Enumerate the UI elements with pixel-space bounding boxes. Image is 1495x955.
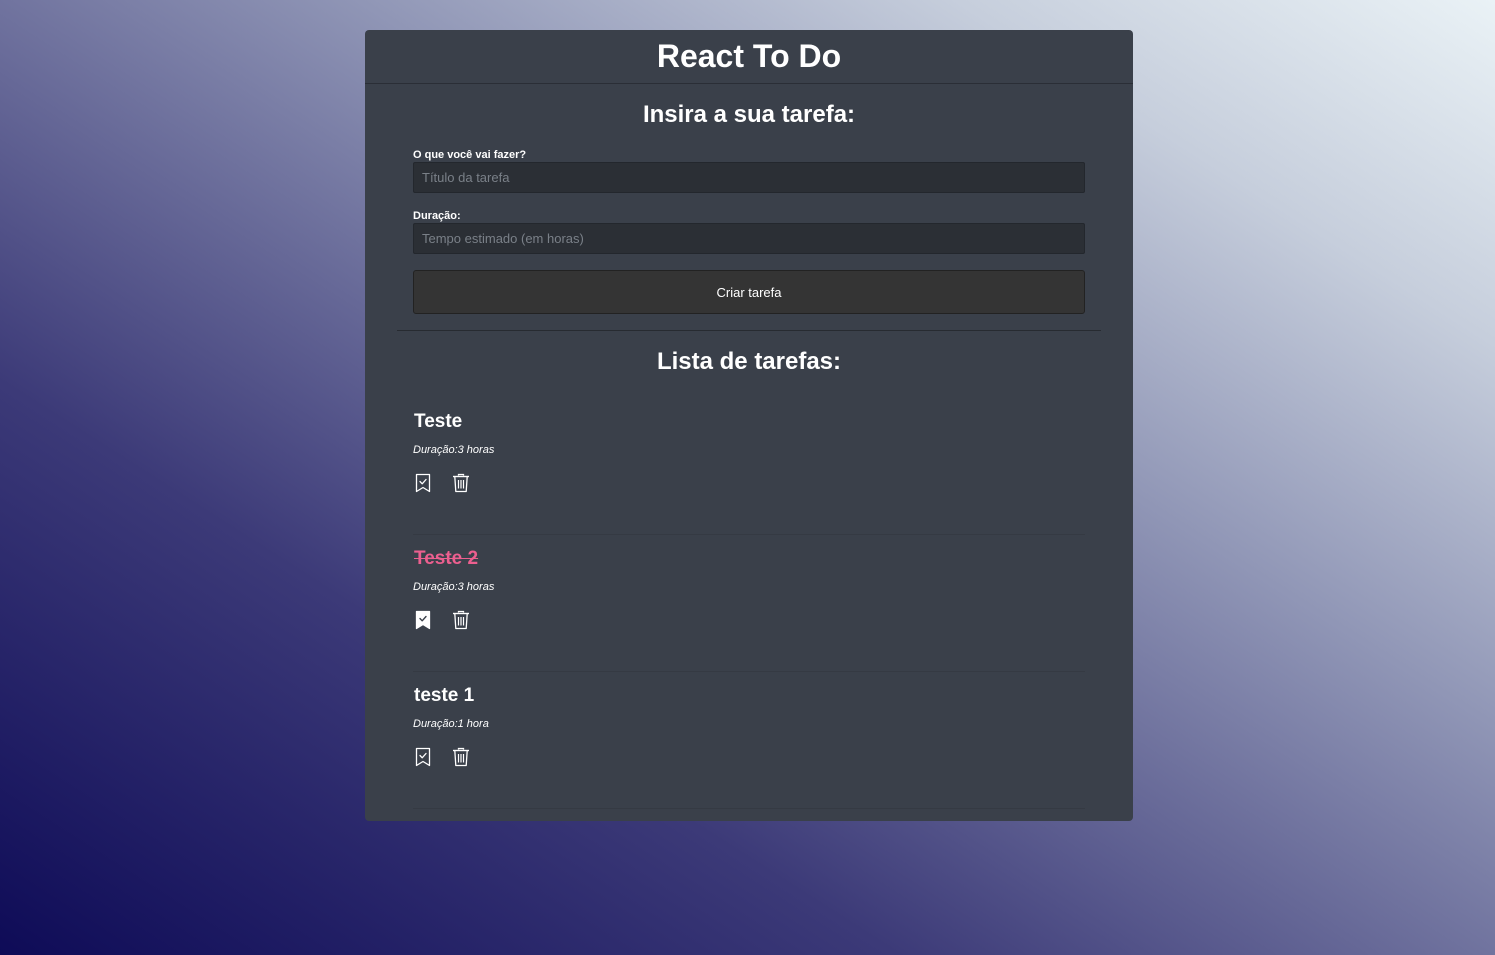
task-title-label: O que você vai fazer? <box>413 149 527 161</box>
duration-input[interactable] <box>413 223 1085 254</box>
task-actions <box>413 608 471 632</box>
trash-icon[interactable] <box>451 608 471 632</box>
task-title-field: O que você vai fazer? <box>413 148 1085 193</box>
task-name: Teste 2 <box>414 548 479 569</box>
task-duration: Duração:3 horas <box>413 581 495 593</box>
task-list: Teste Duração:3 horas Teste 2 Duração:3 … <box>413 399 1085 809</box>
task-name: teste 1 <box>414 685 475 706</box>
form-title: Insira a sua tarefa: <box>642 101 856 128</box>
bookmark-check-icon[interactable] <box>413 471 433 495</box>
task-form: Insira a sua tarefa: O que você vai faze… <box>365 84 1133 314</box>
task-title-input[interactable] <box>413 162 1085 193</box>
task-actions <box>413 745 471 769</box>
list-title: Lista de tarefas: <box>656 348 842 375</box>
task-item: teste 1 Duração:1 hora <box>413 673 1085 809</box>
task-actions <box>413 471 471 495</box>
task-list-section: Lista de tarefas: Teste Duração:3 horas <box>365 331 1133 809</box>
create-task-button[interactable]: Criar tarefa <box>413 270 1085 314</box>
trash-icon[interactable] <box>451 745 471 769</box>
todo-app-card: React To Do Insira a sua tarefa: O que v… <box>365 30 1133 821</box>
task-duration: Duração:3 horas <box>413 444 495 456</box>
bookmark-check-icon[interactable] <box>413 745 433 769</box>
task-item: Teste 2 Duração:3 horas <box>413 536 1085 672</box>
duration-field: Duração: <box>413 209 1085 254</box>
task-item: Teste Duração:3 horas <box>413 399 1085 535</box>
app-title: React To Do <box>656 38 842 74</box>
task-duration: Duração:1 hora <box>413 718 489 730</box>
bookmark-check-filled-icon[interactable] <box>413 608 433 632</box>
duration-label: Duração: <box>413 210 461 222</box>
trash-icon[interactable] <box>451 471 471 495</box>
app-header: React To Do <box>365 30 1133 84</box>
task-name: Teste <box>414 411 463 432</box>
